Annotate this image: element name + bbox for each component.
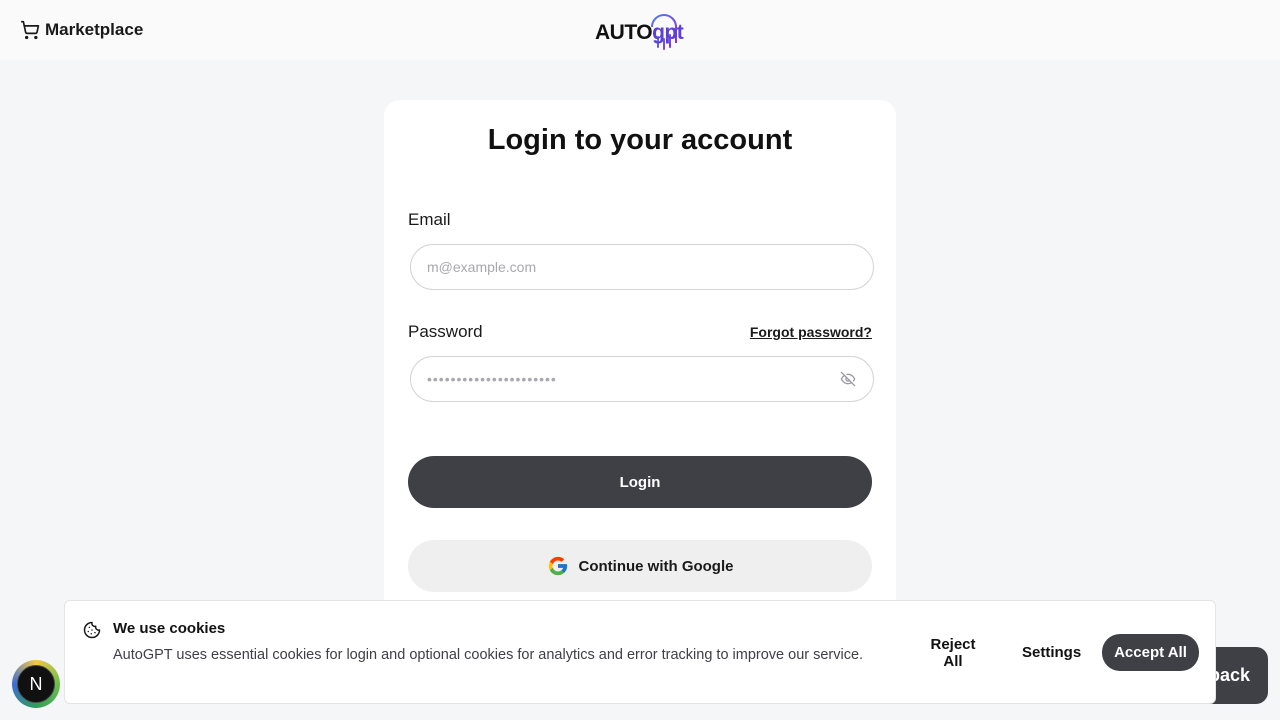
login-card: Login to your account Email Password For… (384, 100, 896, 620)
top-navigation-bar: Marketplace AUTOgpt (0, 0, 1280, 60)
eye-off-icon[interactable] (839, 371, 857, 387)
dev-badge-letter: N (17, 665, 55, 703)
email-input[interactable] (410, 244, 874, 290)
password-input[interactable] (410, 356, 874, 402)
accept-all-button[interactable]: Accept All (1102, 634, 1199, 671)
cookie-icon (83, 621, 101, 639)
marketplace-link[interactable]: Marketplace (20, 18, 143, 42)
cart-icon (20, 20, 40, 40)
login-button[interactable]: Login (408, 456, 872, 508)
reject-all-button[interactable]: Reject All (908, 634, 998, 671)
cookie-banner: We use cookies AutoGPT uses essential co… (64, 600, 1216, 704)
google-icon (548, 556, 567, 576)
autogpt-logo[interactable]: AUTOgpt (594, 9, 686, 51)
page-title: Login to your account (487, 124, 793, 156)
forgot-password-link[interactable]: Forgot password? (750, 324, 872, 340)
google-button-label: Continue with Google (578, 557, 734, 575)
email-label: Email (408, 210, 451, 229)
google-login-button[interactable]: Continue with Google (408, 540, 872, 592)
password-label: Password (408, 322, 483, 341)
cookie-settings-button[interactable]: Settings (1010, 634, 1090, 671)
cookie-title: We use cookies (113, 620, 226, 637)
cookie-description: AutoGPT uses essential cookies for login… (113, 647, 864, 663)
dev-tools-badge[interactable]: N (12, 660, 60, 708)
logo-wordmark: AUTOgpt (595, 21, 684, 44)
marketplace-label: Marketplace (45, 20, 144, 39)
